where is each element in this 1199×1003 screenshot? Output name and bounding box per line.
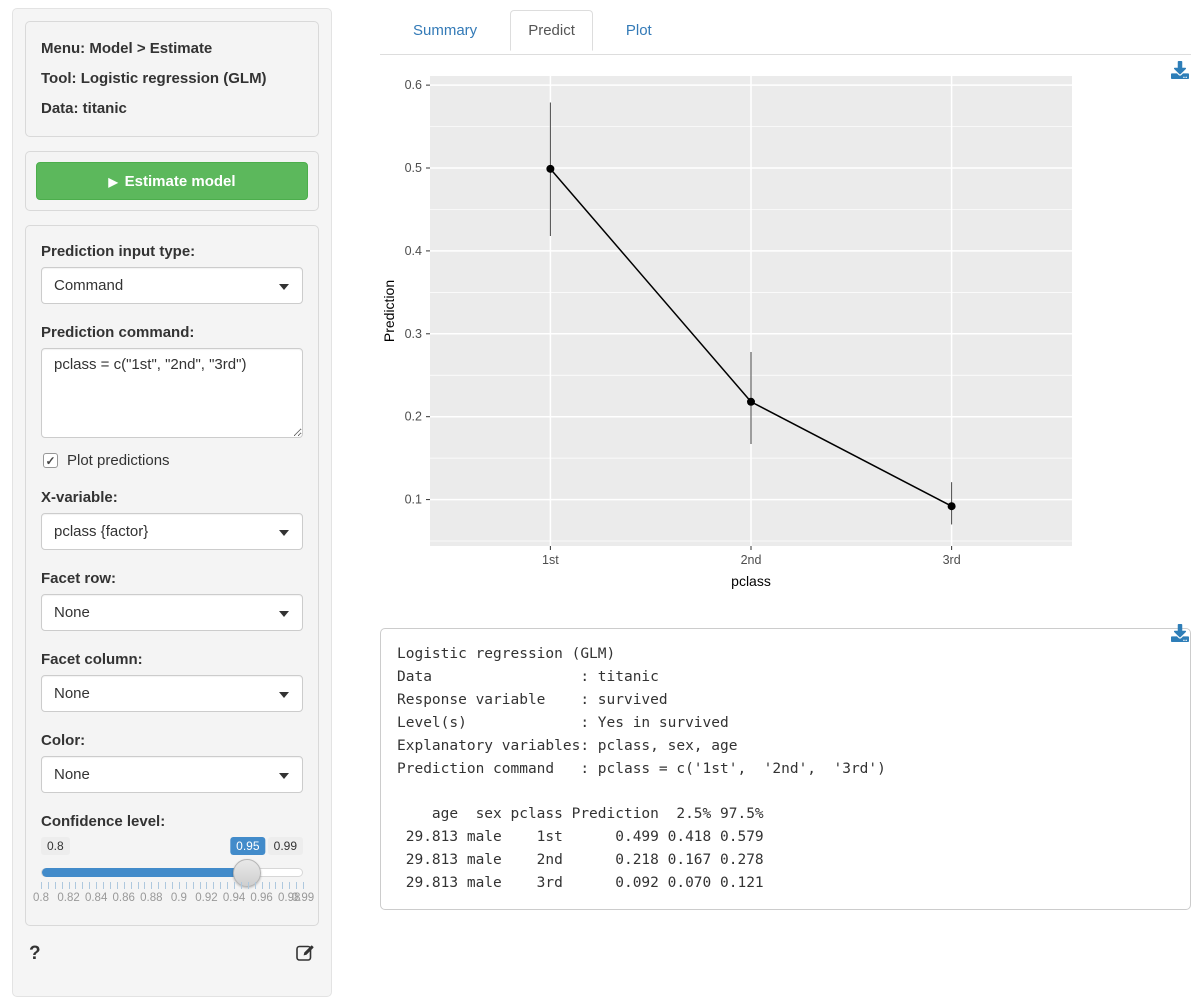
plot-predictions-row: ✓ Plot predictions — [43, 452, 303, 469]
prediction-form-panel: Prediction input type: Command Predictio… — [25, 225, 319, 926]
svg-text:Prediction: Prediction — [381, 280, 397, 342]
slider-tick-labels: 0.80.820.840.860.880.90.920.940.960.980.… — [41, 892, 303, 906]
facet-row-select[interactable]: None — [41, 594, 303, 631]
color-value: None — [54, 766, 90, 783]
download-output-icon[interactable] — [1171, 624, 1189, 646]
tab-predict-label[interactable]: Predict — [510, 10, 593, 51]
plot-predictions-label: Plot predictions — [67, 452, 170, 469]
chevron-down-icon — [279, 530, 289, 536]
slider-tick-marks — [41, 882, 303, 889]
menu-breadcrumb: Menu: Model > Estimate — [41, 34, 303, 64]
radiant-app: Menu: Model > Estimate Tool: Logistic re… — [0, 0, 1199, 1003]
svg-text:2nd: 2nd — [741, 553, 762, 567]
svg-text:pclass: pclass — [731, 573, 771, 589]
chevron-down-icon — [279, 611, 289, 617]
dataset-name: Data: titanic — [41, 94, 303, 124]
download-plot-icon[interactable] — [1171, 61, 1189, 83]
chevron-down-icon — [279, 284, 289, 290]
prediction-command-label: Prediction command: — [41, 324, 303, 341]
slider-max-badge: 0.99 — [268, 837, 303, 855]
main-panel: Summary Predict Plot 0.1 0.2 0.3 0.4 0.5 0.6 1… — [380, 0, 1199, 1003]
help-icon[interactable]: ? — [29, 943, 41, 965]
svg-text:0.4: 0.4 — [405, 244, 422, 258]
facet-column-select[interactable]: None — [41, 675, 303, 712]
tab-predict[interactable]: Predict — [510, 10, 593, 55]
svg-text:0.1: 0.1 — [405, 493, 422, 507]
sidebar-footer: ? — [25, 940, 319, 966]
chevron-down-icon — [279, 692, 289, 698]
x-variable-label: X-variable: — [41, 489, 303, 506]
sidebar: Menu: Model > Estimate Tool: Logistic re… — [12, 8, 332, 997]
prediction-input-type-label: Prediction input type: — [41, 243, 303, 260]
slider-track[interactable] — [41, 868, 303, 877]
prediction-plot: 0.1 0.2 0.3 0.4 0.5 0.6 1st 2nd 3rd pclass Predict… — [380, 63, 1080, 603]
svg-text:0.2: 0.2 — [405, 410, 422, 424]
plot-predictions-checkbox[interactable]: ✓ — [43, 453, 58, 468]
checkmark-icon: ✓ — [45, 455, 55, 467]
tab-summary-label[interactable]: Summary — [395, 10, 495, 51]
tab-summary[interactable]: Summary — [395, 10, 495, 55]
svg-text:0.6: 0.6 — [405, 78, 422, 92]
play-icon: ▶ — [108, 175, 117, 189]
prediction-input-type-select[interactable]: Command — [41, 267, 303, 304]
color-select[interactable]: None — [41, 756, 303, 793]
slider-fill — [42, 868, 247, 877]
x-variable-select[interactable]: pclass {factor} — [41, 513, 303, 550]
model-info-panel: Menu: Model > Estimate Tool: Logistic re… — [25, 21, 319, 137]
prediction-command-input[interactable]: pclass = c("1st", "2nd", "3rd") — [41, 348, 303, 438]
estimate-model-button[interactable]: ▶ Estimate model — [36, 162, 308, 200]
confidence-level-label: Confidence level: — [41, 813, 303, 830]
tool-name: Tool: Logistic regression (GLM) — [41, 64, 303, 94]
color-label: Color: — [41, 732, 303, 749]
prediction-input-type-value: Command — [54, 277, 123, 294]
confidence-slider[interactable]: 0.8 0.95 0.99 0.80.820.840.860.880.90.92… — [41, 837, 303, 915]
prediction-output-section: Logistic regression (GLM) Data : titanic… — [380, 628, 1191, 910]
svg-text:0.3: 0.3 — [405, 327, 422, 341]
prediction-output: Logistic regression (GLM) Data : titanic… — [380, 628, 1191, 910]
facet-row-label: Facet row: — [41, 570, 303, 587]
tab-bar: Summary Predict Plot — [380, 10, 1191, 55]
x-variable-value: pclass {factor} — [54, 523, 148, 540]
slider-min-badge: 0.8 — [41, 837, 70, 855]
prediction-plot-section: 0.1 0.2 0.3 0.4 0.5 0.6 1st 2nd 3rd pclass Predict… — [380, 63, 1191, 608]
svg-text:0.5: 0.5 — [405, 161, 422, 175]
estimate-panel: ▶ Estimate model — [25, 151, 319, 211]
chevron-down-icon — [279, 773, 289, 779]
svg-text:3rd: 3rd — [943, 553, 961, 567]
svg-text:1st: 1st — [542, 553, 559, 567]
estimate-model-label: Estimate model — [125, 173, 236, 190]
facet-column-label: Facet column: — [41, 651, 303, 668]
slider-value-badge: 0.95 — [230, 837, 265, 855]
facet-column-value: None — [54, 685, 90, 702]
tab-plot[interactable]: Plot — [608, 10, 670, 55]
facet-row-value: None — [54, 604, 90, 621]
tab-plot-label[interactable]: Plot — [608, 10, 670, 51]
edit-report-icon[interactable] — [295, 942, 315, 966]
